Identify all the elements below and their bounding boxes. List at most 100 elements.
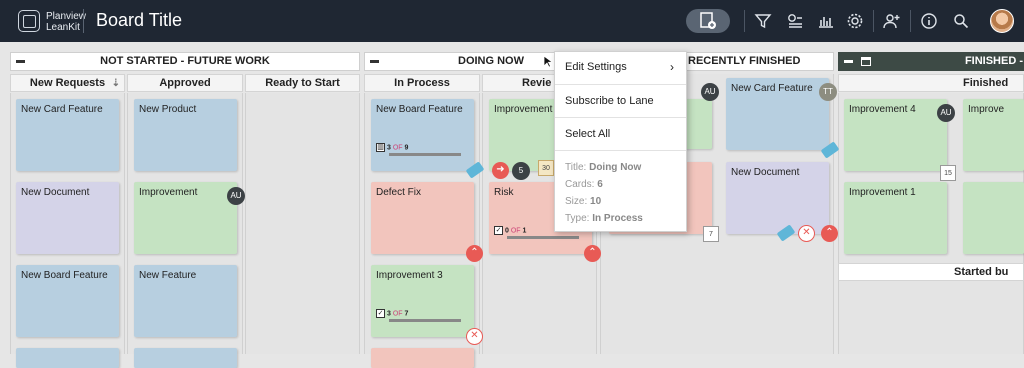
sublane-header[interactable]: Started bu [838, 263, 1024, 281]
lane-context-menu: Edit Settings › Subscribe to Lane Select… [554, 51, 687, 232]
column-title: Finished [963, 77, 1009, 89]
column-title: Revie [522, 77, 552, 89]
menu-item-subscribe[interactable]: Subscribe to Lane [565, 95, 654, 107]
menu-item-edit-settings[interactable]: Edit Settings [565, 61, 627, 73]
card-title: Improvement [494, 104, 553, 115]
lane-header-finished[interactable]: FINISHED - [838, 52, 1024, 71]
column-header-new-requests[interactable]: New Requests ⇣ [10, 74, 125, 92]
card-title: New Board Feature [376, 104, 463, 115]
card[interactable]: New Feature [134, 265, 237, 337]
lane-title: FINISHED - [964, 55, 1023, 67]
board-title[interactable]: Board Title [96, 10, 182, 31]
lane-view-icon[interactable] [785, 11, 805, 31]
divider [910, 10, 911, 32]
card[interactable]: Improvement 3 ✓ 3 OF 7 [371, 265, 474, 337]
card[interactable]: Defect Fix [371, 182, 474, 254]
progress-bar [507, 236, 579, 239]
divider [873, 10, 874, 32]
progress-bar [389, 153, 461, 156]
lane-title: DOING NOW [458, 55, 524, 67]
add-card-button[interactable] [686, 9, 730, 33]
blocked-icon[interactable]: ⌃ [821, 225, 838, 242]
card-title: Improvement 4 [849, 104, 916, 115]
lane-title: NOT STARTED - FUTURE WORK [100, 55, 270, 67]
close-icon[interactable]: ✕ [798, 225, 815, 242]
lane-info-size: Size: 10 [565, 196, 602, 207]
assigned-user-avatar[interactable]: TT [819, 83, 837, 101]
filter-icon[interactable] [753, 11, 773, 31]
gear-icon[interactable] [845, 11, 865, 31]
collapse-icon[interactable] [370, 60, 379, 63]
collapse-icon[interactable] [844, 60, 853, 63]
card[interactable]: New Document [726, 162, 829, 234]
card-title: Improvement 1 [849, 187, 916, 198]
checkbox-icon: ✓ [376, 309, 385, 318]
blocked-icon[interactable]: ⌃ [466, 245, 483, 262]
logo-line-1: Planview [46, 11, 87, 22]
card[interactable]: New Product [134, 99, 237, 171]
card[interactable]: New Card Feature [726, 78, 829, 150]
calendar-icon: 15 [940, 165, 956, 181]
top-bar: Planview LeanKit Board Title [0, 0, 1024, 42]
task-progress: ▥ 3 OF 9 [376, 143, 461, 156]
checklist-icon: ▥ [376, 143, 385, 152]
card-title: New Card Feature [21, 104, 103, 115]
lane-info-type: Type: In Process [565, 213, 643, 224]
assigned-user-avatar[interactable]: AU [227, 187, 245, 205]
assigned-user-avatar[interactable]: AU [937, 104, 955, 122]
sort-icon[interactable]: ⇣ [112, 76, 120, 92]
column-title: Ready to Start [265, 77, 340, 89]
column-header-ready-to-start[interactable]: Ready to Start [245, 74, 360, 92]
card[interactable]: Improvement [134, 182, 237, 254]
search-icon[interactable] [951, 11, 971, 31]
card-title: Defect Fix [376, 187, 422, 198]
card[interactable] [134, 348, 237, 368]
lane-info-cards: Cards: 6 [565, 179, 603, 190]
column-title: In Process [394, 77, 450, 89]
card[interactable]: Improve [963, 99, 1024, 171]
column-header-finished[interactable]: Finished [838, 74, 1024, 92]
move-arrow-icon[interactable]: ➜ [492, 162, 509, 179]
divider [555, 84, 686, 85]
user-avatar[interactable] [990, 9, 1014, 33]
card[interactable]: New Board Feature [16, 265, 119, 337]
add-user-icon[interactable] [882, 11, 902, 31]
card[interactable]: New Board Feature ▥ 3 OF 9 [371, 99, 474, 171]
calendar-icon: 7 [703, 226, 719, 242]
card[interactable] [963, 182, 1024, 254]
lane-title-recently-finished: RECENTLY FINISHED [688, 55, 801, 67]
close-icon[interactable]: ✕ [466, 328, 483, 345]
count-badge: 5 [512, 162, 530, 180]
column-title: New Requests [29, 77, 106, 89]
blocked-icon[interactable]: ⌃ [584, 245, 601, 262]
card[interactable]: New Card Feature [16, 99, 119, 171]
task-progress: ✓ 3 OF 7 [376, 309, 461, 322]
menu-item-select-all[interactable]: Select All [565, 128, 610, 140]
card[interactable]: Improvement 4 [844, 99, 947, 171]
calendar-icon: 30 [538, 160, 554, 176]
info-icon[interactable] [919, 11, 939, 31]
logo-text: Planview LeanKit [46, 11, 86, 33]
collapse-icon[interactable] [16, 60, 25, 63]
archive-icon[interactable] [861, 57, 871, 66]
card-title: Improve [968, 104, 1005, 115]
card-title: New Document [21, 187, 90, 198]
card[interactable]: Improvement 1 [844, 182, 947, 254]
card[interactable] [16, 348, 119, 368]
divider [83, 9, 84, 33]
card[interactable] [371, 348, 474, 368]
mouse-cursor-icon [543, 55, 553, 68]
chart-icon[interactable] [816, 11, 836, 31]
lane-header-not-started[interactable]: NOT STARTED - FUTURE WORK [10, 52, 360, 71]
card-title: Improvement [139, 187, 198, 198]
column-header-in-process[interactable]: In Process [364, 74, 480, 92]
assigned-user-avatar[interactable]: AU [701, 83, 719, 101]
card-title: New Feature [139, 270, 197, 281]
card-title: New Card Feature [731, 83, 813, 94]
card[interactable]: New Document [16, 182, 119, 254]
add-card-icon [700, 12, 716, 29]
column-header-approved[interactable]: Approved [127, 74, 243, 92]
card-title: New Document [731, 167, 800, 178]
divider [555, 117, 686, 118]
card-title: Improvement 3 [376, 270, 443, 281]
